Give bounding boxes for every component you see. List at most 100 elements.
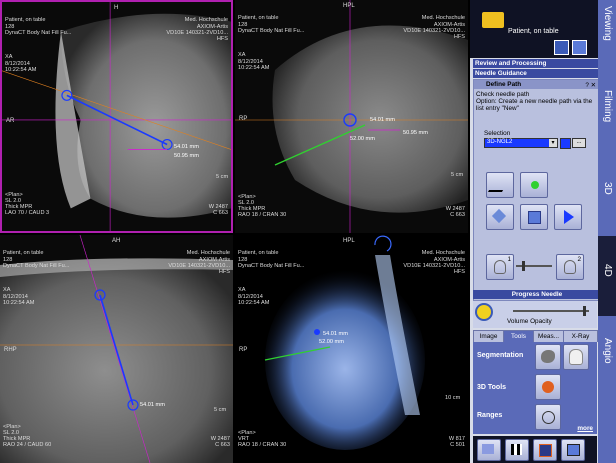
orientation-top: HPL: [343, 238, 355, 244]
overlay-bottom-left: <Plan> SL 2.0 Thick MPR LAO 70 / CAUD 3: [5, 191, 50, 217]
needle-target-button[interactable]: [520, 172, 548, 198]
needle-guidance-panel: Define Path ? ✕ Check needle path Option…: [473, 79, 599, 301]
toolbar-button-2[interactable]: [505, 439, 529, 461]
overlay-top-right: Med. Hochschule AXIOM-Artis VD10E 140321-2…: [403, 15, 465, 41]
scale-label: 5 cm: [451, 172, 464, 178]
checker-icon: [511, 444, 522, 455]
tab-3d[interactable]: 3D: [598, 154, 616, 234]
slider-thumb[interactable]: [522, 261, 525, 271]
selection-value: 3D-NGL2: [487, 139, 513, 145]
tab-angio-label: Angio: [602, 338, 613, 364]
color-swatch[interactable]: [560, 138, 571, 149]
bottom-toolbar: [473, 436, 597, 463]
measurement-label: 50.95 mm: [403, 130, 428, 136]
orientation-top: H: [114, 5, 119, 11]
tab-image[interactable]: Image: [473, 330, 504, 342]
instruction-option: Option: Create a new needle path via the…: [476, 98, 593, 112]
toolbar-button-3[interactable]: [533, 439, 557, 461]
orientation-left: RHP: [4, 347, 17, 353]
section-needle-guidance: Needle Guidance: [473, 69, 599, 78]
ranges-button[interactable]: [535, 404, 561, 430]
more-options-button[interactable]: ...: [572, 138, 586, 148]
viewport-bottom-left[interactable]: Patient, on table 128 DynaCT Body Nat Fill…: [0, 235, 233, 463]
tab-measurements[interactable]: Meas...: [533, 330, 564, 342]
overlay-bottom-right: W 2487 C 663: [445, 206, 465, 219]
overlay-bottom-left: <Plan> VRT RAO 18 / CRAN 30: [238, 429, 287, 449]
more-link[interactable]: more: [577, 425, 593, 432]
head-icon: [494, 260, 506, 274]
patient-label: Patient, on table: [508, 28, 559, 35]
play-button[interactable]: [554, 204, 582, 230]
viewport-bottom-right[interactable]: Patient, on table 128 DynaCT Body Nat Fill…: [235, 235, 468, 463]
diamond-icon: [491, 208, 507, 224]
measurement-label: 54.01 mm: [370, 117, 395, 123]
measurement-label: 50.95 mm: [174, 153, 199, 159]
toolbar-button-4[interactable]: [561, 439, 585, 461]
reference-1-label: 1: [507, 256, 511, 263]
tab-3d-label: 3D: [602, 182, 613, 195]
orientation-left: RP: [239, 116, 248, 122]
instruction-check: Check needle path: [476, 91, 530, 98]
tab-xray[interactable]: X-Ray: [563, 330, 598, 342]
grid-icon[interactable]: [572, 40, 587, 55]
segmentation-edit-button[interactable]: [563, 344, 589, 370]
measurement-label: 52.00 mm: [319, 339, 344, 345]
tab-viewing[interactable]: Viewing: [598, 0, 616, 70]
help-close-icon[interactable]: ? ✕: [585, 81, 596, 89]
volume-opacity-label: Volume Opacity: [507, 318, 552, 325]
chevron-down-icon: ▾: [549, 139, 557, 147]
viewport-top-right[interactable]: Patient, on table 128 DynaCT Body Nat Fill…: [235, 0, 468, 233]
selection-dropdown[interactable]: 3D-NGL2 ▾: [484, 138, 558, 148]
play-icon: [564, 210, 574, 224]
volume-opacity-row: Volume Opacity: [473, 301, 597, 328]
viewport-top-left[interactable]: Patient, on table 128 DynaCT Body Nat Fill…: [0, 0, 233, 233]
overlay-top-left: Patient, on table 128 DynaCT Body Nat Fill…: [5, 17, 72, 73]
vertical-tabs: Viewing Filming 3D 4D Angio: [598, 0, 616, 463]
tab-tools[interactable]: Tools: [503, 330, 534, 342]
ranges-label: Ranges: [477, 412, 503, 419]
selection-label: Selection: [484, 130, 511, 137]
folder-icon[interactable]: [482, 12, 504, 28]
scale-label: 5 cm: [216, 174, 229, 180]
tab-filming[interactable]: Filming: [598, 72, 616, 152]
tools-3d-button[interactable]: [535, 374, 561, 400]
define-path-header: Define Path ? ✕: [474, 80, 598, 89]
head-icon: [564, 260, 576, 274]
view-3d-button[interactable]: [520, 204, 548, 230]
section-review-processing: Review and Processing: [473, 59, 599, 68]
tab-angio[interactable]: Angio: [598, 318, 616, 398]
orientation-left: RP: [239, 347, 248, 353]
needle-entry-icon: [487, 178, 511, 192]
layout-icon[interactable]: [554, 40, 569, 55]
define-path-title: Define Path: [486, 81, 522, 88]
reference-slider[interactable]: [516, 261, 552, 271]
measurement-label: 54.01 mm: [140, 402, 165, 408]
reference-1-button[interactable]: 1: [486, 254, 514, 280]
reference-2-button[interactable]: 2: [556, 254, 584, 280]
ranges-icon: [542, 411, 555, 424]
reference-2-label: 2: [577, 256, 581, 263]
overlay-top-left: Patient, on table 128 DynaCT Body Nat Fill…: [238, 250, 305, 306]
slider-thumb[interactable]: [583, 306, 586, 316]
orientation-top: AH: [112, 238, 121, 244]
tools-panel: Segmentation 3D Tools Ranges more: [473, 342, 597, 434]
needle-entry-button[interactable]: [486, 172, 514, 198]
tab-4d[interactable]: 4D: [598, 236, 616, 316]
sun-icon[interactable]: [477, 305, 491, 319]
tab-viewing-label: Viewing: [602, 6, 613, 41]
view-align-button[interactable]: [486, 204, 514, 230]
tools-3d-label: 3D Tools: [477, 384, 507, 391]
segmentation-button[interactable]: [535, 344, 561, 370]
tab-filming-label: Filming: [602, 90, 613, 123]
overlay-bottom-right: W 2487 C 663: [210, 436, 230, 449]
tab-4d-label: 4D: [602, 264, 613, 277]
toolbar-button-1[interactable]: [477, 439, 501, 461]
overlay-bottom-left: <Plan> SL 2.0 Thick MPR RAO 24 / CAUD 60: [3, 423, 52, 449]
head-edit-icon: [569, 349, 583, 365]
measurement-label: 52.00 mm: [350, 136, 375, 142]
orientation-top: HPL: [343, 3, 355, 9]
move-icon: [542, 381, 554, 393]
overlay-bottom-right: W 817 C 501: [448, 436, 465, 449]
overlay-top-right: Med. Hochschule AXIOM-Artis VD10E 140321-2…: [403, 250, 465, 276]
volume-opacity-slider[interactable]: [513, 306, 589, 316]
